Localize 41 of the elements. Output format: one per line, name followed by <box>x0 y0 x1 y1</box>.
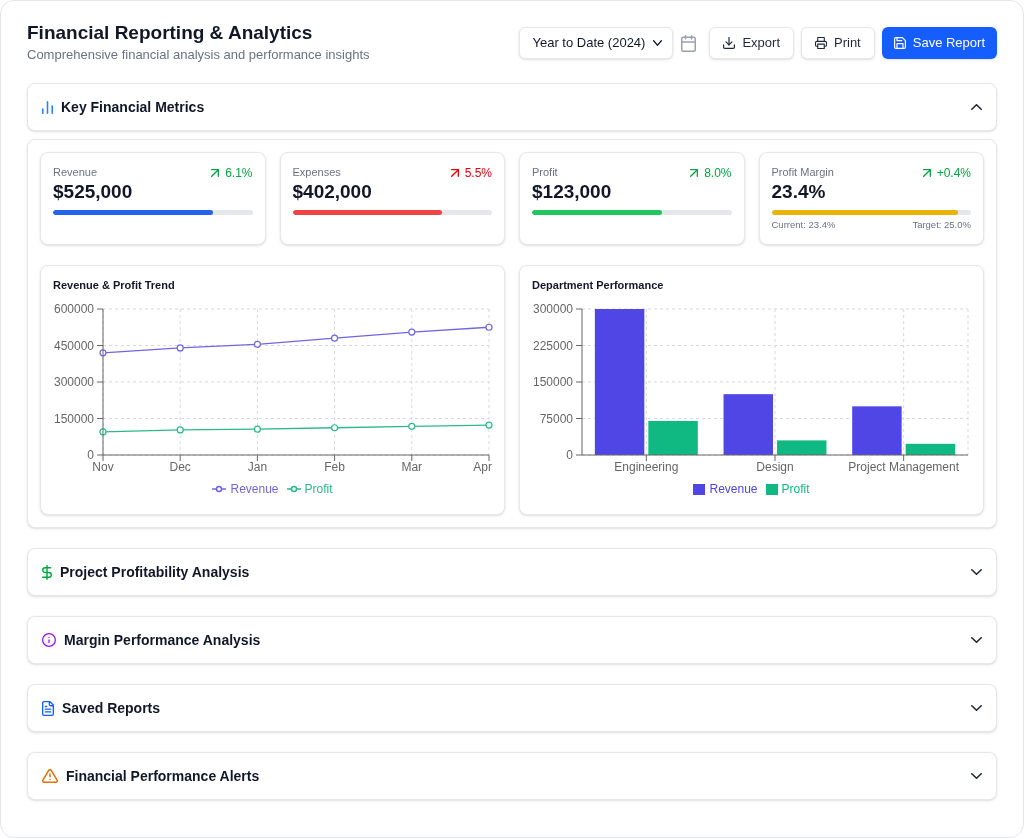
legend-label: Profit <box>304 481 333 497</box>
metric-label: Revenue <box>53 165 99 180</box>
axis-label: Design <box>756 460 794 474</box>
percent-change: 6.1% <box>225 165 253 181</box>
axis-label: 0 <box>566 448 573 462</box>
percent-change: 8.0% <box>704 165 732 181</box>
axis-label: Nov <box>92 460 114 474</box>
axis-label: Mar <box>401 460 423 474</box>
metric-value: $123,000 <box>532 180 612 204</box>
legend-label: Revenue <box>230 481 279 497</box>
axis-label: Apr <box>473 460 492 474</box>
axis-label: 300000 <box>532 302 573 316</box>
page-subtitle: Comprehensive financial analysis and performance insights <box>27 46 370 64</box>
axis-label: 450000 <box>53 338 94 353</box>
metric-label: Profit <box>532 165 559 180</box>
axis-label: 600000 <box>53 302 94 316</box>
legend-label: Profit <box>781 481 810 497</box>
chart-title: Department Performance <box>532 278 665 293</box>
axis-label: Jan <box>247 460 268 474</box>
metric-label: Expenses <box>292 165 342 180</box>
axis-label: 225000 <box>532 338 573 353</box>
axis-label: Dec <box>169 460 191 474</box>
axis-label: Feb <box>324 460 345 474</box>
legend-label: Revenue <box>709 481 758 497</box>
target-value-label: Target: 25.0% <box>912 219 971 231</box>
percent-change: 5.5% <box>464 165 492 181</box>
metric-value: $525,000 <box>53 180 133 204</box>
page-title: Financial Reporting & Analytics <box>27 21 314 45</box>
metric-value: $402,000 <box>292 180 372 204</box>
axis-label: 300000 <box>53 375 94 389</box>
metric-label: Profit Margin <box>771 165 834 180</box>
percent-change: +0.4% <box>936 165 971 181</box>
axis-label: 150000 <box>532 375 573 389</box>
current-value-label: Current: 23.4% <box>771 219 836 231</box>
axis-label: 75000 <box>539 411 573 426</box>
axis-label: 150000 <box>53 411 94 426</box>
axis-label: Project Management <box>848 460 960 474</box>
chart-title: Revenue & Profit Trend <box>53 278 176 293</box>
metric-value: 23.4% <box>771 180 827 204</box>
axis-label: 0 <box>87 448 94 462</box>
axis-label: Engineering <box>614 460 679 474</box>
